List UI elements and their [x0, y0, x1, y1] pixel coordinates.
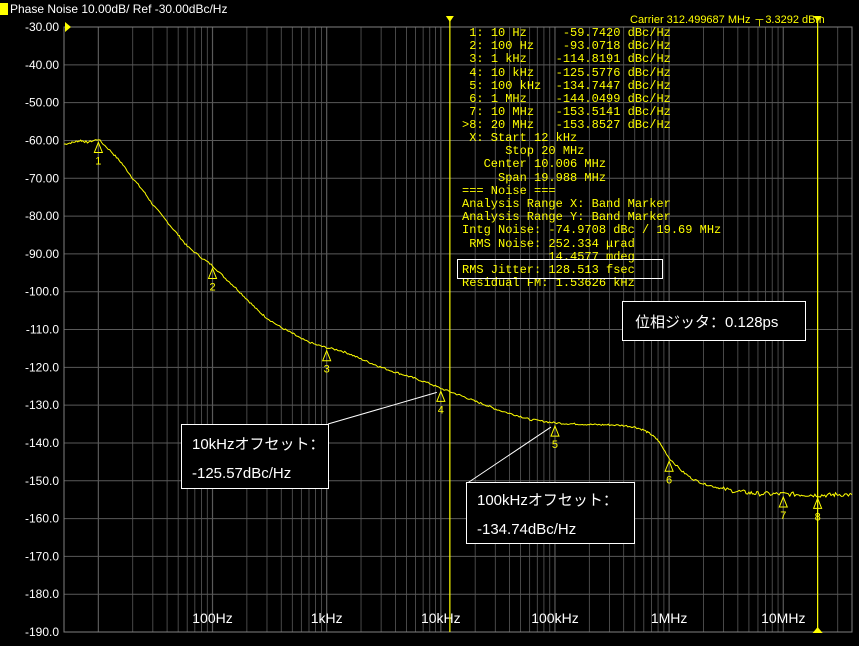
header-title[interactable]: Phase Noise 10.00dB/ Ref -30.00dBc/Hz: [10, 2, 227, 16]
marker-label: 6: [666, 474, 672, 486]
trace-indicator-icon: [0, 2, 8, 15]
y-tick-label: -130.0: [25, 398, 59, 412]
marker-table-value: -125.5776 dBc/Hz: [555, 65, 671, 80]
y-tick-label: -160.0: [25, 512, 59, 526]
noise-readout-line: Center 10.006 MHz: [462, 157, 607, 172]
marker-table-id: 7:: [462, 105, 491, 120]
marker-table-id: 1:: [462, 26, 491, 40]
marker-table-freq: 10 kHz: [490, 65, 556, 80]
carrier-power: 3.3292 dBm: [765, 14, 825, 26]
marker-table-value: -144.0499 dBc/Hz: [555, 92, 671, 107]
rms-jitter-highlight: [457, 259, 663, 279]
offset-100khz-value: -134.74dBc/Hz: [477, 521, 577, 538]
noise-readout-line: Intg Noise: -74.9708 dBc / 19.69 MHz: [462, 223, 722, 238]
y-tick-label: -180.0: [25, 587, 59, 601]
noise-readout-line: RMS Noise: 252.334 μrad: [462, 236, 635, 251]
marker-table-freq: 100 Hz: [490, 39, 556, 54]
x-tick-label: 10kHz: [421, 610, 461, 626]
reference-level-arrow-icon[interactable]: [65, 22, 71, 32]
x-tick-label: 100kHz: [531, 610, 578, 626]
y-tick-label: -150.0: [25, 474, 59, 488]
marker-table-value: -134.7447 dBc/Hz: [555, 78, 671, 93]
marker-table-id: 6:: [462, 92, 491, 107]
marker-table-value: -93.0718 dBc/Hz: [555, 39, 671, 54]
marker-label: 4: [438, 404, 444, 416]
marker-table-value: -59.7420 dBc/Hz: [555, 26, 671, 40]
marker-table-freq: 1 MHz: [490, 92, 556, 107]
marker-table-id: 4:: [462, 65, 491, 80]
x-tick-label: 1MHz: [651, 610, 688, 626]
leader-10khz: [327, 391, 437, 425]
y-tick-label: -50.00: [25, 96, 59, 110]
y-tick-label: -120.0: [25, 360, 59, 374]
x-tick-label: 100Hz: [192, 610, 232, 626]
offset-100khz-callout: 100kHzオフセット： -134.74dBc/Hz: [466, 482, 635, 544]
marker-label: 8: [815, 511, 821, 523]
y-tick-label: -70.00: [25, 171, 59, 185]
y-tick-label: -140.0: [25, 436, 59, 450]
y-tick-label: -170.0: [25, 549, 59, 563]
y-tick-label: -30.00: [25, 20, 59, 34]
marker-label: 5: [552, 439, 558, 451]
marker-table-id: 2:: [462, 39, 491, 54]
marker-table-freq: 10 MHz: [490, 105, 556, 120]
marker-table-value: -153.5141 dBc/Hz: [555, 105, 671, 120]
y-tick-label: -100.0: [25, 285, 59, 299]
header-title-group: Phase Noise 10.00dB/ Ref -30.00dBc/Hz: [0, 1, 227, 16]
x-tick-label: 10MHz: [761, 610, 805, 626]
offset-100khz-title: 100kHzオフセット：: [477, 492, 618, 509]
carrier-power-marker-icon: ┬: [755, 14, 764, 26]
x-tick-label: 1kHz: [311, 610, 343, 626]
active-marker-bottom-icon[interactable]: [812, 627, 823, 633]
y-tick-label: -190.0: [25, 625, 59, 639]
marker-table-id: 3:: [462, 52, 491, 67]
marker-table-value: -114.8191 dBc/Hz: [555, 52, 671, 67]
marker-table-freq: 100 kHz: [490, 78, 556, 93]
offset-10khz-value: -125.57dBc/Hz: [192, 465, 292, 482]
phase-noise-screen: -30.00 -40.00 -50.00 -60.00 -70.00 -80.00 -90.…: [0, 0, 859, 641]
carrier-frequency: Carrier 312.499687 MHz: [630, 14, 751, 26]
marker-table-id: 5:: [462, 78, 491, 93]
band-marker-top-icon[interactable]: [445, 16, 454, 22]
y-tick-label: -80.00: [25, 209, 59, 223]
offset-10khz-callout: 10kHzオフセット： -125.57dBc/Hz: [181, 424, 329, 489]
marker-label: 3: [324, 364, 330, 376]
noise-readout-line: Residual FM: 1.53626 kHz: [462, 276, 635, 291]
marker-table-freq: 10 Hz: [490, 26, 556, 40]
marker-table: 1: 10 Hz -59.7420 dBc/Hz 2: 100 Hz -93.0…: [462, 26, 671, 133]
leader-100khz: [465, 426, 552, 485]
carrier-readout: Carrier 312.499687 MHz ┬ 3.3292 dBm: [630, 14, 825, 26]
marker-label: 7: [780, 510, 786, 522]
y-tick-label: -60.00: [25, 133, 59, 147]
y-tick-label: -40.00: [25, 58, 59, 72]
offset-10khz-title: 10kHzオフセット：: [192, 436, 325, 453]
marker-label: 1: [95, 155, 101, 167]
jitter-callout: 位相ジッタ：0.128ps: [622, 301, 806, 341]
marker-table-freq: 1 kHz: [490, 52, 556, 67]
marker-label: 2: [209, 281, 215, 293]
y-tick-label: -110.0: [26, 323, 59, 337]
noise-readout-line: Span 19.988 MHz: [462, 170, 607, 185]
jitter-callout-text: 位相ジッタ：0.128ps: [635, 313, 779, 331]
y-tick-label: -90.00: [25, 247, 59, 261]
